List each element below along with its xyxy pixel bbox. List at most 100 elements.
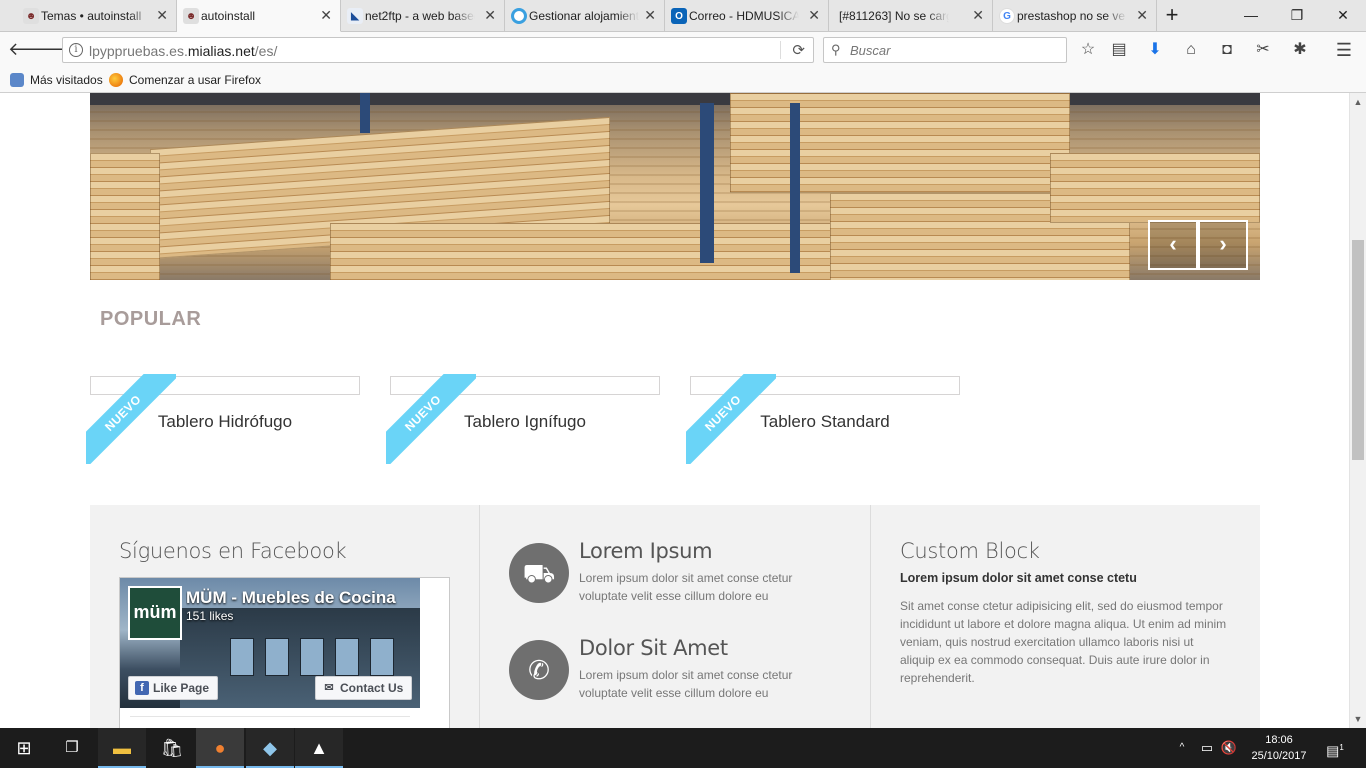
reload-icon[interactable]: ⟳ xyxy=(792,41,805,59)
network-icon[interactable]: ▭ xyxy=(1196,728,1218,768)
slider-next-button[interactable]: › xyxy=(1198,220,1248,270)
task-view-icon[interactable]: ❐ xyxy=(48,728,96,768)
product-name[interactable]: Tablero Ignífugo xyxy=(390,412,660,432)
forward-button[interactable]: 🡒 xyxy=(36,38,84,62)
slider-image-plank xyxy=(730,93,1070,193)
minimize-button[interactable]: — xyxy=(1228,0,1274,32)
facebook-feed xyxy=(130,716,410,728)
search-icon: ⚲ xyxy=(831,42,841,57)
slider-image-beam xyxy=(700,103,714,263)
page-scrollbar[interactable]: ▲ ▼ xyxy=(1349,93,1366,728)
facebook-cover-window xyxy=(335,638,359,676)
system-clock[interactable]: 18:06 25/10/2017 xyxy=(1244,732,1314,764)
bookmark-firefox[interactable]: Comenzar a usar Firefox xyxy=(109,73,261,87)
google-icon: G xyxy=(999,8,1015,24)
menu-icon[interactable]: ☰ xyxy=(1332,38,1356,62)
contact-us-button[interactable]: ✉ Contact Us xyxy=(315,676,413,700)
feature-title: Dolor Sit Amet xyxy=(579,636,728,660)
tab-net2ftp[interactable]: ◣ net2ftp - a web based FTP client ✕ xyxy=(341,0,505,32)
feature-title: Lorem Ipsum xyxy=(579,539,713,563)
tab-label: autoinstall xyxy=(201,8,256,23)
tab-label: Correo - HDMUSICA xyxy=(689,9,799,23)
hosting-icon xyxy=(511,8,527,24)
column-divider xyxy=(870,505,871,728)
tab-gestionar-alojamiento[interactable]: Gestionar alojamiento ✕ xyxy=(505,0,665,32)
like-page-button[interactable]: f Like Page xyxy=(128,676,219,700)
close-icon[interactable]: ✕ xyxy=(808,8,820,22)
slider-image-beam xyxy=(90,93,1260,105)
slider-image-beam xyxy=(790,103,800,273)
close-icon[interactable]: ✕ xyxy=(156,8,168,22)
tab-temas-autoinstall[interactable]: ☻ Temas • autoinstall ✕ xyxy=(17,0,177,32)
screenshot-icon[interactable]: ✂ xyxy=(1251,38,1275,62)
start-icon[interactable]: ⊞ xyxy=(0,728,48,768)
tab-label: Gestionar alojamiento xyxy=(529,9,639,23)
page-viewport: ‹ › POPULAR NUEVO Tablero Hidrófugo NUEV… xyxy=(0,93,1349,728)
restore-button[interactable]: ❐ xyxy=(1274,0,1320,32)
scroll-up-icon[interactable]: ▲ xyxy=(1350,95,1366,109)
facebook-page-logo[interactable]: müm xyxy=(128,586,182,640)
facebook-cover-window xyxy=(300,638,324,676)
tab-label: [#811263] No se cargan xyxy=(839,9,949,23)
pocket-icon[interactable]: ◘ xyxy=(1215,38,1239,62)
facebook-page-name[interactable]: MÜM - Muebles de Cocina xyxy=(186,588,401,608)
column-divider xyxy=(479,505,480,728)
facebook-cover-image[interactable]: müm MÜM - Muebles de Cocina 151 likes fL… xyxy=(120,578,420,708)
close-window-button[interactable]: ✕ xyxy=(1320,0,1366,32)
hero-slider: ‹ › xyxy=(90,93,1260,280)
address-bar[interactable]: i lpyppruebas.es.mialias.net/es/ ⟳ xyxy=(62,37,814,63)
url-text: lpyppruebas.es.mialias.net/es/ xyxy=(89,43,278,59)
facebook-likes-count: 151 likes xyxy=(186,609,234,623)
firefox-taskbar-icon[interactable]: ● xyxy=(196,728,244,768)
facebook-widget[interactable]: müm MÜM - Muebles de Cocina 151 likes fL… xyxy=(119,577,450,728)
home-icon[interactable]: ⌂ xyxy=(1179,38,1203,62)
net2ftp-icon: ◣ xyxy=(347,8,363,24)
close-icon[interactable]: ✕ xyxy=(484,8,496,22)
tab-correo[interactable]: O Correo - HDMUSICA ✕ xyxy=(665,0,829,32)
product-name[interactable]: Tablero Hidrófugo xyxy=(90,412,360,432)
feature-text: Lorem ipsum dolor sit amet conse ctetur … xyxy=(579,571,793,603)
product-card[interactable]: NUEVO Tablero Ignífugo xyxy=(386,374,660,466)
product-card[interactable]: NUEVO Tablero Standard xyxy=(686,374,960,466)
tab-google-search[interactable]: G prestashop no se ve ✕ xyxy=(993,0,1157,32)
facebook-cover-window xyxy=(370,638,394,676)
tab-autoinstall[interactable]: ☻ autoinstall ✕ xyxy=(177,0,341,32)
info-icon[interactable]: i xyxy=(69,43,83,57)
new-tab-button[interactable]: + xyxy=(1160,4,1184,28)
bookmark-star-icon[interactable]: ☆ xyxy=(1076,38,1100,62)
facebook-cover-window xyxy=(265,638,289,676)
app-taskbar-icon[interactable]: ◆ xyxy=(246,728,294,768)
bookmark-label: Comenzar a usar Firefox xyxy=(129,73,262,87)
back-button[interactable]: 🡐 xyxy=(8,38,56,62)
clock-date: 25/10/2017 xyxy=(1251,750,1307,762)
close-icon[interactable]: ✕ xyxy=(320,8,332,22)
slider-image-plank xyxy=(90,153,160,280)
divider xyxy=(780,41,781,59)
slider-image-beam xyxy=(360,93,370,133)
close-icon[interactable]: ✕ xyxy=(644,8,656,22)
notification-center-icon[interactable]: ▤1 xyxy=(1320,728,1350,768)
prestashop-icon: ☻ xyxy=(183,8,199,24)
tab-ticket[interactable]: [#811263] No se cargan ✕ xyxy=(829,0,993,32)
phone-icon: ✆ xyxy=(509,640,569,700)
scrollbar-thumb[interactable] xyxy=(1352,240,1364,460)
search-input[interactable]: ⚲ Buscar xyxy=(823,37,1067,63)
scroll-down-icon[interactable]: ▼ xyxy=(1350,712,1366,726)
photos-taskbar-icon[interactable]: ▲ xyxy=(295,728,343,768)
reading-list-icon[interactable]: ▤ xyxy=(1107,38,1131,62)
volume-icon[interactable]: 🔇 xyxy=(1218,728,1240,768)
store-icon[interactable]: 🛍 xyxy=(148,728,196,768)
envelope-icon: ✉ xyxy=(324,682,334,694)
extension-icon[interactable]: ✱ xyxy=(1288,38,1312,62)
close-icon[interactable]: ✕ xyxy=(972,8,984,22)
facebook-icon: f xyxy=(135,681,149,695)
product-name[interactable]: Tablero Standard xyxy=(690,412,960,432)
footer-blocks: Síguenos en Facebook müm MÜM - Muebles d… xyxy=(90,505,1260,728)
close-icon[interactable]: ✕ xyxy=(1136,8,1148,22)
product-card[interactable]: NUEVO Tablero Hidrófugo xyxy=(86,374,360,466)
file-explorer-icon[interactable]: ▬ xyxy=(98,728,146,768)
bookmark-most-visited[interactable]: Más visitados xyxy=(10,73,103,87)
slider-prev-button[interactable]: ‹ xyxy=(1148,220,1198,270)
chevron-up-icon[interactable]: ^ xyxy=(1172,728,1192,768)
download-icon[interactable]: ⬇ xyxy=(1143,38,1167,62)
